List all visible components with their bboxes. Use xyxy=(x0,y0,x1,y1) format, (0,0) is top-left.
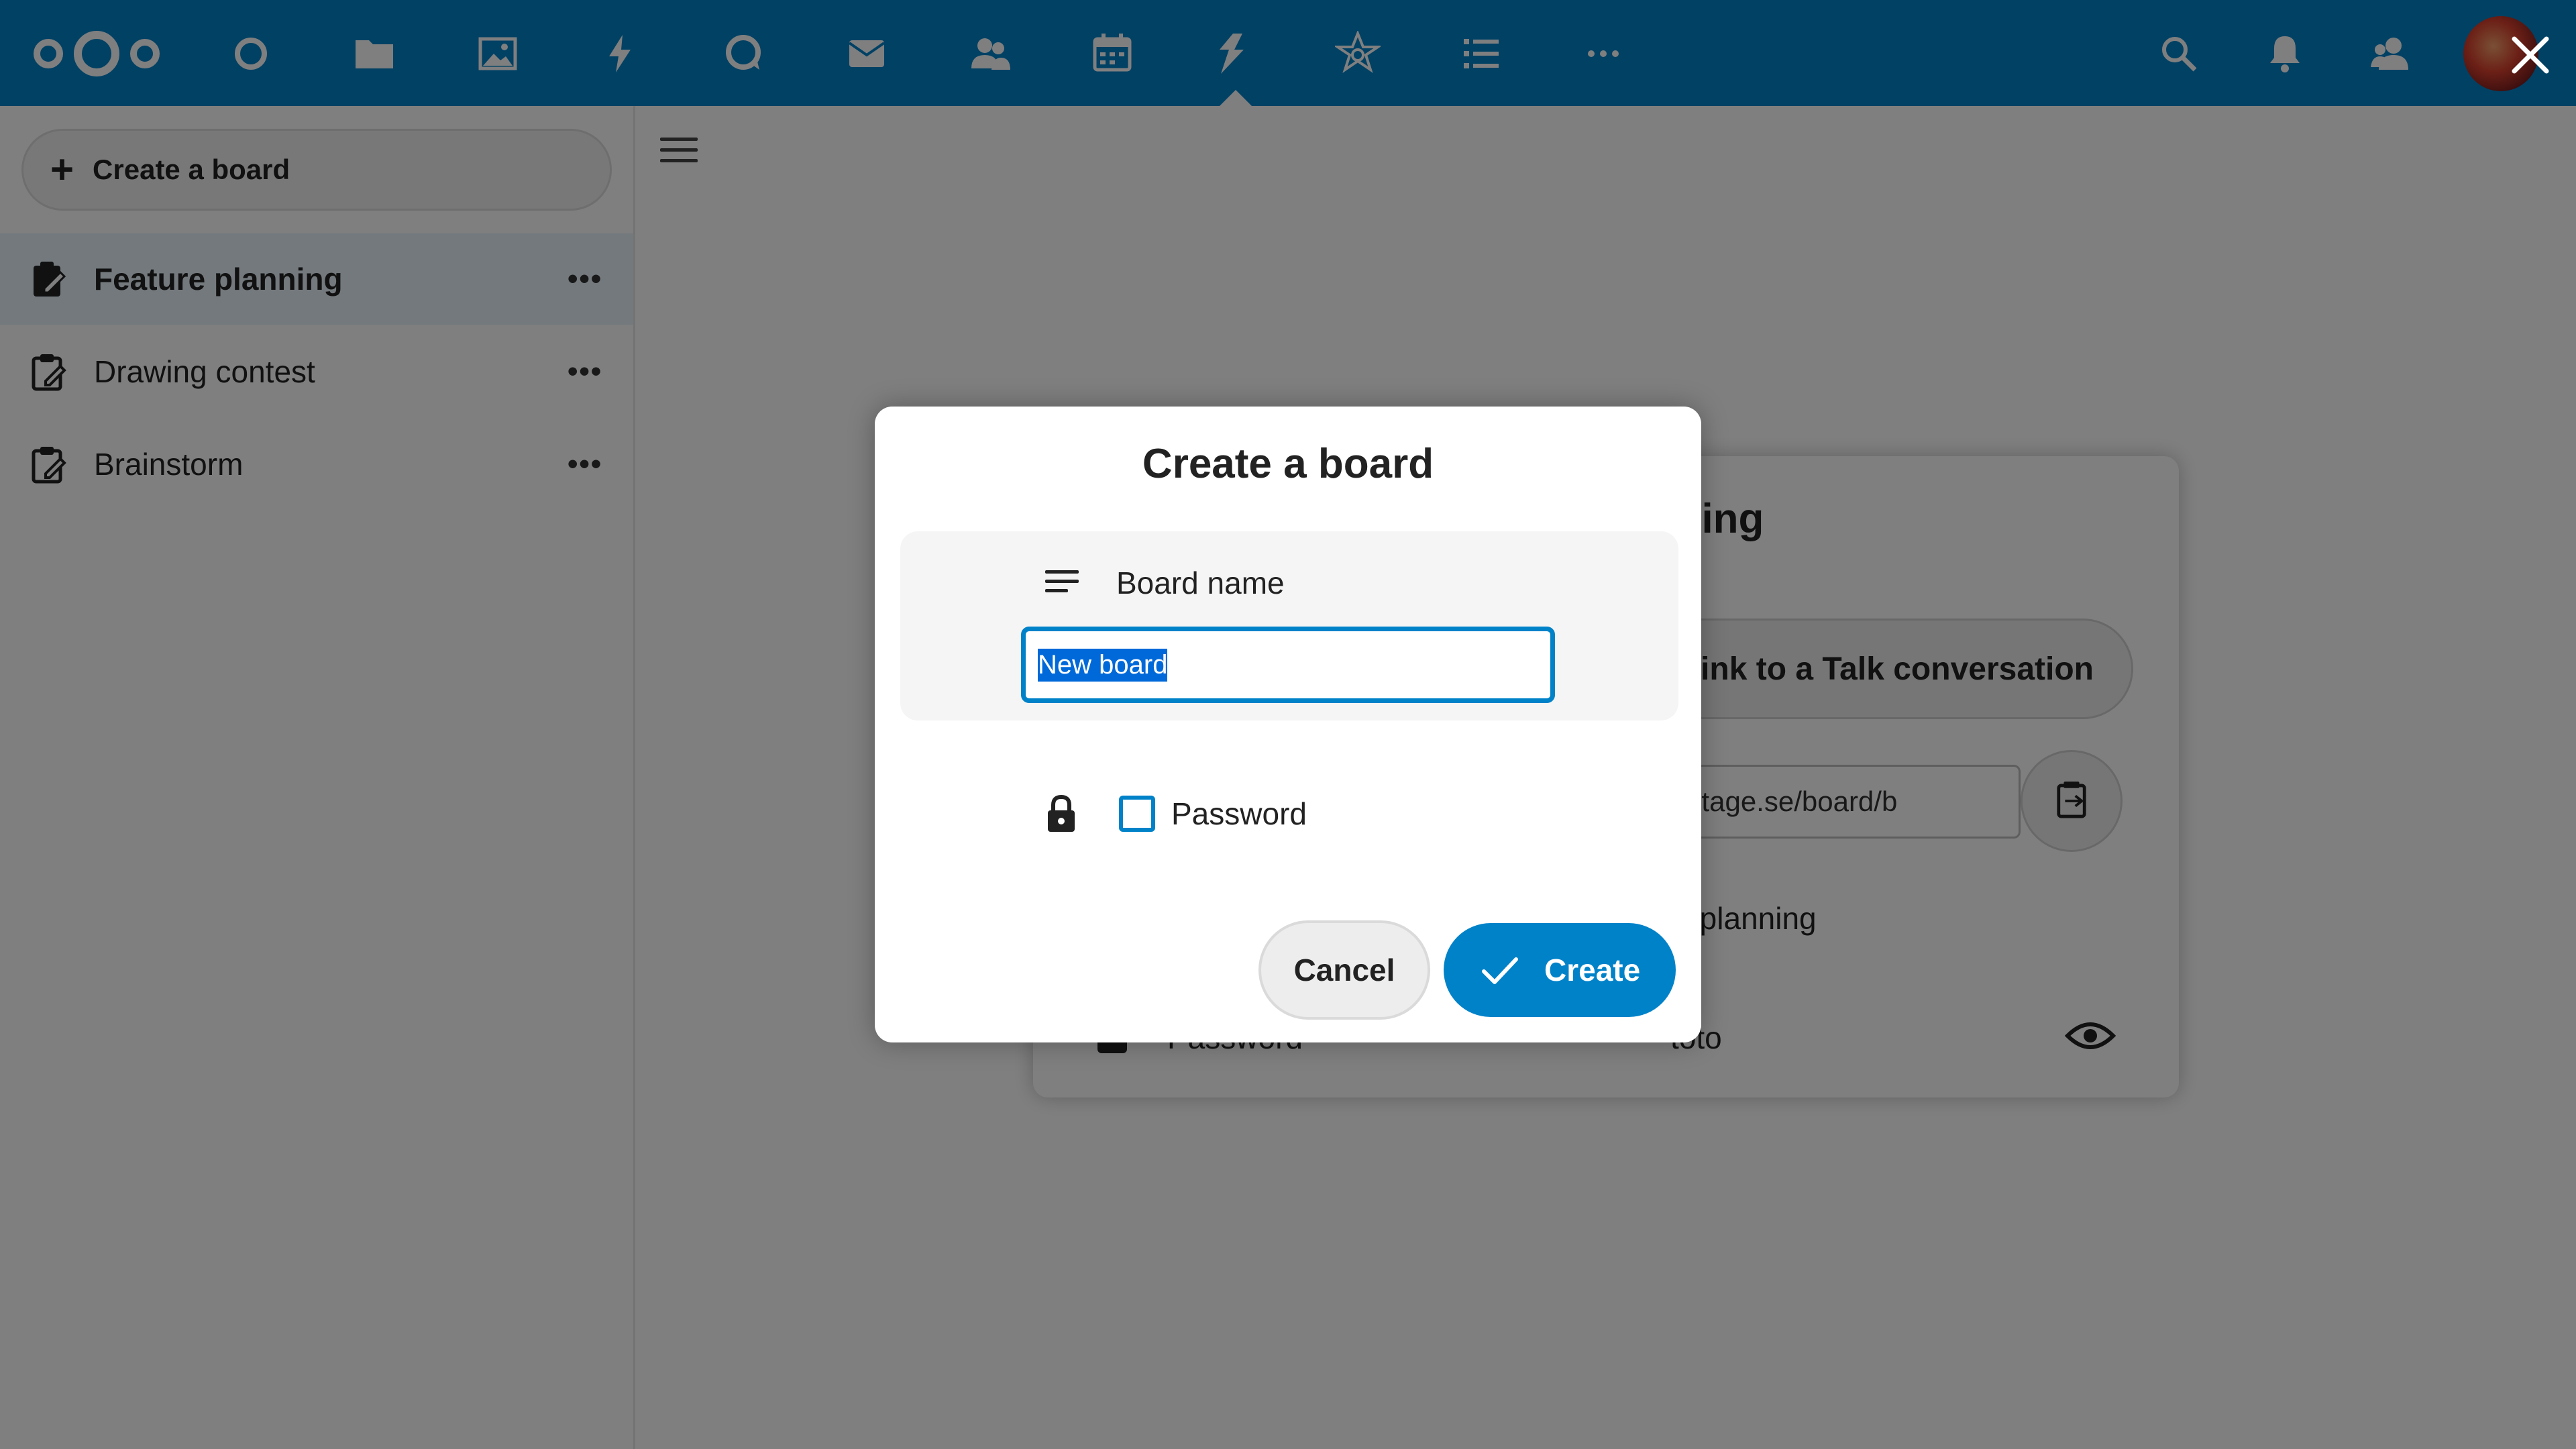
dialog-title: Create a board xyxy=(1142,441,1434,487)
close-icon[interactable] xyxy=(2505,30,2556,80)
password-label[interactable]: Password xyxy=(1171,796,1307,832)
board-name-value: New board xyxy=(1038,648,1168,682)
board-name-section: Board name New board xyxy=(900,531,1678,720)
cancel-button[interactable]: Cancel xyxy=(1258,920,1430,1020)
create-board-dialog: Create a board Board name New board Pass… xyxy=(875,407,1701,1042)
text-lines-icon xyxy=(1045,570,1079,597)
lock-icon xyxy=(1048,794,1075,832)
password-checkbox[interactable] xyxy=(1119,796,1155,832)
create-button[interactable]: Create xyxy=(1444,923,1676,1017)
board-name-label: Board name xyxy=(1116,566,1285,600)
board-name-input[interactable]: New board xyxy=(1021,627,1555,703)
create-label: Create xyxy=(1544,953,1641,987)
checkmark-icon xyxy=(1482,957,1518,984)
